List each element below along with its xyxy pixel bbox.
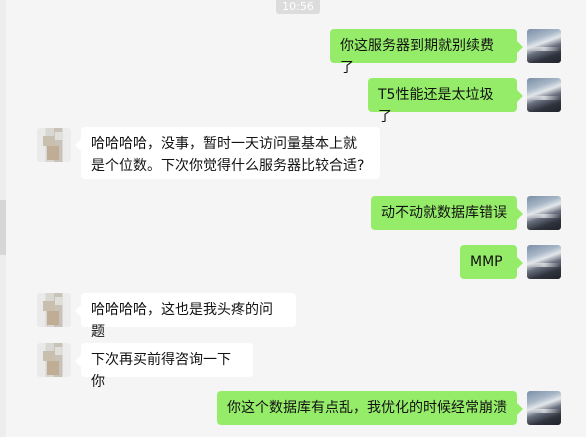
scroll-indicator[interactable] [0,200,6,255]
message-bubble[interactable]: 动不动就数据库错误 [371,196,523,230]
message-bubble[interactable]: 哈哈哈哈，这也是我头疼的问题 [75,293,296,340]
message-bubble[interactable]: MMP [460,245,523,279]
avatar[interactable] [37,293,71,327]
avatar[interactable] [527,391,561,425]
avatar[interactable] [527,29,561,63]
avatar[interactable] [527,196,561,230]
message-text: 你这服务器到期就别续费了 [340,38,494,76]
message-text: 哈哈哈哈，这也是我头疼的问题 [91,302,273,340]
message-text: 哈哈哈哈，没事，暂时一天访问量基本上就是个位数。下次你觉得什么服务器比较合适? [91,136,365,174]
avatar[interactable] [527,245,561,279]
message-bubble[interactable]: 哈哈哈哈，没事，暂时一天访问量基本上就是个位数。下次你觉得什么服务器比较合适? [75,127,380,179]
message-text: 动不动就数据库错误 [381,205,507,221]
avatar[interactable] [37,343,71,377]
chat-window: 10:56 你这服务器到期就别续费了 T5性能还是太垃圾了 哈哈哈哈，没事，暂时… [0,0,586,437]
message-text: MMP [470,254,503,270]
message-text: 你这个数据库有点乱，我优化的时候经常崩溃 [227,400,507,416]
message-text: 下次再买前得咨询一下你 [91,352,231,390]
message-text: T5性能还是太垃圾了 [378,87,494,125]
message-bubble[interactable]: 下次再买前得咨询一下你 [75,343,253,390]
timestamp: 10:56 [276,0,320,14]
message-bubble[interactable]: 你这个数据库有点乱，我优化的时候经常崩溃 [217,391,523,425]
avatar[interactable] [37,128,71,162]
avatar[interactable] [527,78,561,112]
left-panel-edge [0,0,6,437]
message-bubble[interactable]: 你这服务器到期就别续费了 [330,29,523,76]
message-bubble[interactable]: T5性能还是太垃圾了 [368,78,523,125]
